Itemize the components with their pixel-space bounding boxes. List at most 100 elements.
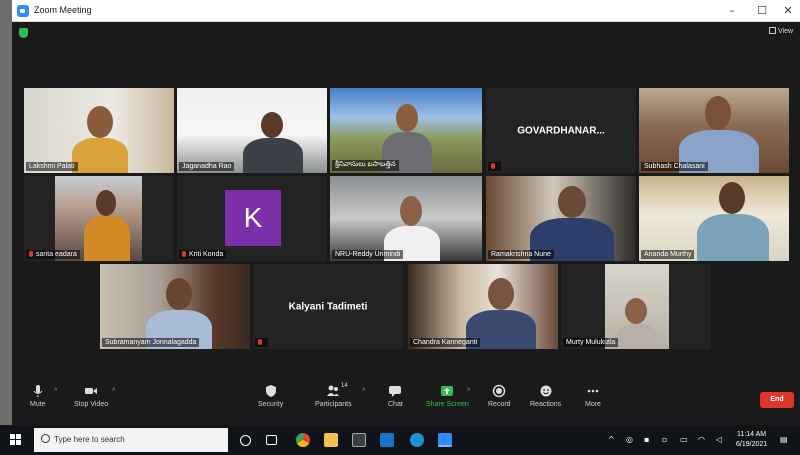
tray-app-icon[interactable]: ◎: [626, 435, 633, 444]
volume-icon[interactable]: ◁: [716, 435, 722, 444]
participant-name: Lakshmi Palati: [26, 162, 78, 171]
tray-network-app-icon[interactable]: ▪: [644, 435, 649, 444]
share-screen-button[interactable]: Share Screen: [426, 384, 469, 408]
participant-tile-chandra[interactable]: Chandra Kanneganti: [408, 264, 558, 349]
participants-count: 14: [341, 383, 348, 389]
participant-face: [166, 278, 192, 310]
participant-face: [96, 190, 116, 216]
avatar: K: [225, 190, 281, 246]
participant-tile-lakshmi[interactable]: Lakshmi Palati: [24, 88, 174, 173]
participant-tile-subramanyam[interactable]: Subramanyam Jonnalagadda: [100, 264, 250, 349]
participant-name: Subhash Chalasani: [641, 162, 708, 171]
cortana-icon[interactable]: [240, 435, 251, 446]
store-icon[interactable]: [352, 433, 366, 447]
search-icon: [41, 434, 50, 443]
stop-video-button[interactable]: Stop Video: [74, 384, 108, 408]
view-label: View: [778, 28, 794, 35]
reactions-smiley-icon: [540, 385, 552, 397]
muted-mic-icon: [29, 251, 33, 257]
file-explorer-icon[interactable]: [324, 433, 338, 447]
participant-name: Jaganadha Rao: [179, 162, 235, 171]
participant-body: [617, 324, 657, 349]
participant-name: Ramakrishna Nune: [488, 250, 554, 259]
participant-face: [87, 106, 113, 138]
zoom-app-icon: [17, 5, 29, 17]
participant-mic-status: [488, 162, 501, 171]
mail-icon[interactable]: [380, 433, 394, 447]
security-shield-icon: [265, 385, 276, 397]
participant-face: [558, 186, 586, 218]
mute-button[interactable]: Mute: [30, 384, 46, 408]
participant-tile-kriti[interactable]: K Kriti Konda: [177, 176, 327, 261]
participant-face: [400, 196, 422, 226]
record-button[interactable]: Record: [488, 384, 511, 408]
more-button[interactable]: More: [585, 384, 601, 408]
search-placeholder: Type here to search: [54, 435, 125, 444]
participants-icon: [327, 385, 340, 396]
tray-chat-icon[interactable]: ▫: [662, 435, 667, 444]
clock-date: 6/19/2021: [736, 441, 768, 448]
participant-tile-murty[interactable]: Murty Mulukutla: [561, 264, 711, 349]
participant-name: Chandra Kanneganti: [410, 338, 481, 347]
participant-name-placeholder: GOVARDHANAR...: [517, 125, 605, 136]
minimize-button[interactable]: –: [724, 3, 740, 19]
participant-body: [84, 216, 130, 261]
reactions-button[interactable]: Reactions: [530, 384, 561, 408]
security-button[interactable]: Security: [258, 384, 283, 408]
view-button[interactable]: View: [769, 27, 793, 35]
close-button[interactable]: ✕: [780, 3, 796, 19]
tray-expand-icon[interactable]: ^: [608, 435, 615, 444]
participant-body: [243, 138, 303, 173]
chrome-icon[interactable]: [296, 433, 310, 447]
battery-icon[interactable]: ▭: [680, 435, 688, 444]
participant-face: [705, 96, 731, 130]
microphone-icon: [33, 385, 43, 397]
taskbar-search-box[interactable]: Type here to search: [34, 428, 228, 452]
taskbar-clock[interactable]: 11:14 AM 6/19/2021: [736, 430, 767, 450]
more-dots-icon: [587, 389, 599, 393]
video-options-caret-icon[interactable]: ^: [112, 388, 115, 395]
windows-start-icon[interactable]: [10, 434, 22, 446]
audio-options-caret-icon[interactable]: ^: [54, 388, 57, 395]
title-bar: Zoom Meeting – ☐ ✕: [12, 0, 800, 22]
participant-tile-ananda[interactable]: Ananda Murthy: [639, 176, 789, 261]
participant-mic-status: [255, 338, 268, 347]
participant-face: [396, 104, 418, 132]
encryption-shield-icon[interactable]: [19, 28, 28, 38]
notifications-icon[interactable]: ▤: [780, 435, 788, 444]
muted-mic-icon: [491, 163, 495, 169]
zoom-window: Zoom Meeting – ☐ ✕ View Lakshmi Palati J…: [12, 0, 800, 425]
task-view-icon[interactable]: [266, 435, 277, 445]
participant-body: [697, 214, 769, 261]
participant-name: NRU-Reddy Urimindi: [332, 250, 404, 259]
participant-name: Subramanyam Jonnalagadda: [102, 338, 200, 347]
participants-options-caret-icon[interactable]: ^: [362, 388, 365, 395]
video-camera-icon: [85, 388, 98, 394]
participant-tile-sarita[interactable]: sarita eadara: [24, 176, 174, 261]
participant-tile-nru[interactable]: NRU-Reddy Urimindi: [330, 176, 482, 261]
participant-tile-govardhan[interactable]: GOVARDHANAR...: [486, 88, 636, 173]
edge-icon[interactable]: [410, 433, 424, 447]
meeting-toolbar: Mute ^ Stop Video ^ Security Participant…: [12, 378, 800, 425]
maximize-button[interactable]: ☐: [754, 3, 770, 19]
participant-face: [625, 298, 647, 324]
participant-tile-subhash[interactable]: Subhash Chalasani: [639, 88, 789, 173]
zoom-taskbar-icon[interactable]: [438, 433, 452, 447]
participant-tile-jaganadha[interactable]: Jaganadha Rao: [177, 88, 327, 173]
muted-mic-icon: [258, 339, 262, 345]
chat-button[interactable]: Chat: [388, 384, 403, 408]
participant-tile-kalyani[interactable]: Kalyani Tadimeti: [253, 264, 403, 349]
participant-tile-telugu[interactable]: శ్రీనివాసులు బసాబత్తిన: [330, 88, 482, 173]
share-options-caret-icon[interactable]: ^: [467, 388, 470, 395]
end-meeting-button[interactable]: End: [760, 392, 794, 408]
participant-face: [261, 112, 283, 138]
participant-name: sarita eadara: [26, 250, 80, 259]
windows-taskbar: Type here to search ^ ◎ ▪ ▫ ▭ ◠ ◁ 11:14 …: [0, 425, 800, 455]
participant-name: Kriti Konda: [179, 250, 227, 259]
participant-tile-ramakrishna[interactable]: Ramakrishna Nune: [486, 176, 636, 261]
participant-name: Ananda Murthy: [641, 250, 695, 259]
participant-name: Murty Mulukutla: [563, 338, 619, 347]
chat-bubble-icon: [389, 386, 402, 397]
wifi-icon[interactable]: ◠: [698, 435, 705, 444]
participant-face: [719, 182, 745, 214]
